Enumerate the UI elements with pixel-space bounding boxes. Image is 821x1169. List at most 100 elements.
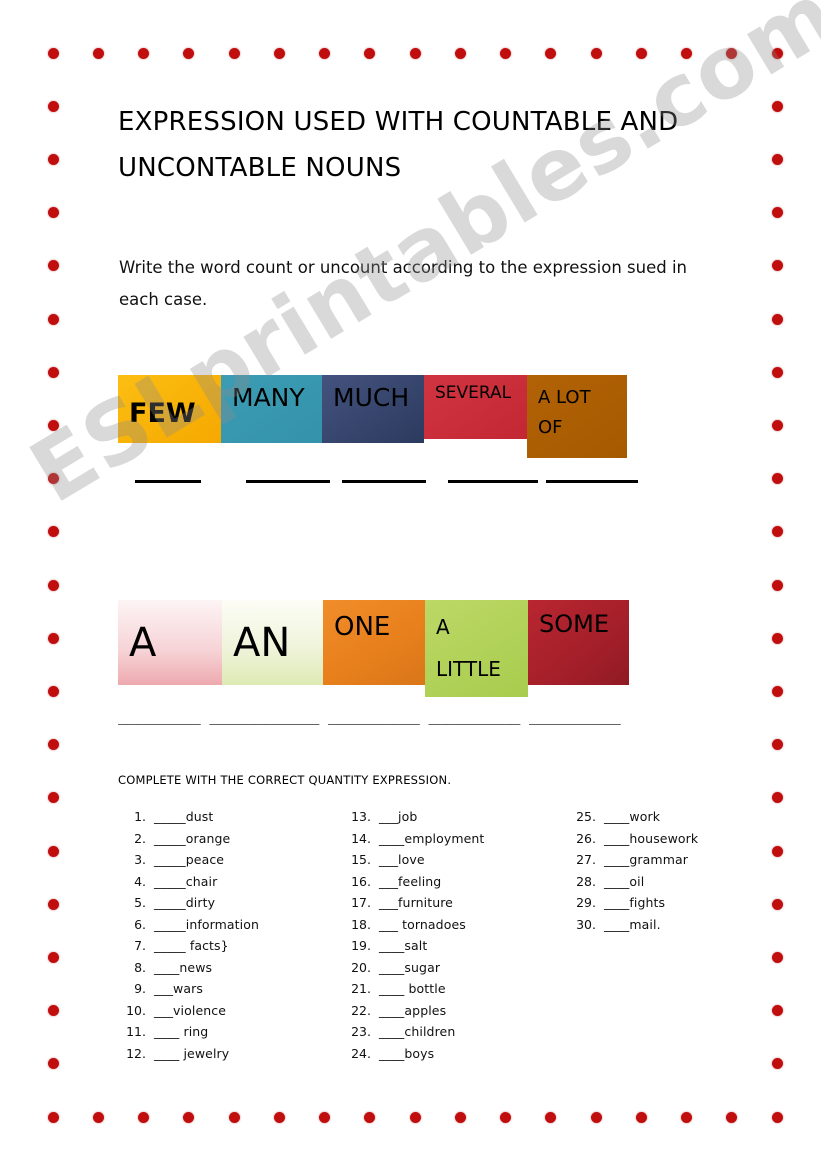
- question-text: ____sugar: [379, 959, 441, 975]
- question-number: 26.: [576, 830, 596, 846]
- answer-blank[interactable]: [448, 480, 538, 483]
- question-text: ____work: [604, 809, 661, 824]
- expression-box-label: FEW: [129, 397, 196, 429]
- question-column-1: 1. _____dust 2. _____orange 3. _____peace 4. __…: [118, 806, 343, 1064]
- question-item[interactable]: 5. _____dirty: [118, 892, 343, 914]
- question-item[interactable]: 13. ___job: [343, 806, 568, 828]
- expression-box-few: FEW: [118, 375, 221, 443]
- question-text: ____apples: [379, 1002, 447, 1018]
- question-item[interactable]: 23. ____children: [343, 1021, 568, 1043]
- question-text: ___feeling: [379, 873, 442, 889]
- question-text: _____dirty: [154, 895, 216, 910]
- question-number: 21.: [351, 981, 371, 996]
- question-number: 8.: [134, 959, 146, 975]
- expression-box-a: A: [118, 600, 222, 685]
- question-text: ____employment: [379, 830, 485, 846]
- question-item[interactable]: 10. ___violence: [118, 1000, 343, 1022]
- question-item[interactable]: 15. ___love: [343, 849, 568, 871]
- worksheet-page: EXPRESSION USED WITH COUNTABLE AND UNCON…: [0, 0, 821, 1169]
- question-number: 15.: [351, 852, 371, 867]
- question-text: ____oil: [604, 873, 645, 889]
- question-item[interactable]: 18. ___ tornadoes: [343, 914, 568, 936]
- answer-blank[interactable]: [342, 480, 426, 483]
- question-item[interactable]: 1. _____dust: [118, 806, 343, 828]
- question-item[interactable]: 2. _____orange: [118, 828, 343, 850]
- question-item[interactable]: 26. ____housework: [568, 828, 778, 850]
- question-item[interactable]: 14. ____employment: [343, 828, 568, 850]
- question-number: 20.: [351, 959, 371, 975]
- question-number: 17.: [351, 895, 371, 910]
- question-item[interactable]: 8. ____news: [118, 957, 343, 979]
- question-text: ____news: [154, 959, 213, 975]
- question-number: 25.: [576, 809, 596, 824]
- question-number: 7.: [134, 938, 146, 953]
- question-number: 4.: [134, 873, 146, 889]
- question-column-2: 13. ___job 14. ____employment 15. ___love 16. _…: [343, 806, 568, 1064]
- expression-box-label: A LITTLE: [436, 615, 501, 681]
- question-item[interactable]: 28. ____oil: [568, 871, 778, 893]
- question-item[interactable]: 7. _____ facts}: [118, 935, 343, 957]
- question-item[interactable]: 16. ___feeling: [343, 871, 568, 893]
- expression-box-one: ONE: [323, 600, 425, 685]
- question-number: 16.: [351, 873, 371, 889]
- question-item[interactable]: 25. ____work: [568, 806, 778, 828]
- question-columns: 1. _____dust 2. _____orange 3. _____peace 4. __…: [118, 806, 778, 1064]
- question-item[interactable]: 17. ___furniture: [343, 892, 568, 914]
- question-number: 2.: [134, 830, 146, 846]
- question-number: 3.: [134, 852, 146, 867]
- expression-box-label: A: [129, 619, 157, 666]
- expression-box-label: ONE: [334, 612, 391, 642]
- answer-blank[interactable]: [246, 480, 330, 483]
- expression-box-a-lot-of: A LOT OF: [527, 375, 627, 458]
- expression-box-some: SOME: [528, 600, 629, 685]
- question-item[interactable]: 29. ____fights: [568, 892, 778, 914]
- question-number: 14.: [351, 830, 371, 846]
- answer-blank[interactable]: [135, 480, 201, 483]
- question-number: 29.: [576, 895, 596, 910]
- question-item[interactable]: 4. _____chair: [118, 871, 343, 893]
- instruction-text: Write the word count or uncount accordin…: [119, 258, 687, 309]
- expression-box-several: SEVERAL: [424, 375, 527, 439]
- question-text: ___wars: [154, 981, 203, 996]
- question-item[interactable]: 27. ____grammar: [568, 849, 778, 871]
- question-number: 28.: [576, 873, 596, 889]
- expression-box-label: SEVERAL: [435, 383, 512, 403]
- question-item[interactable]: 11. ____ ring: [118, 1021, 343, 1043]
- question-item[interactable]: 30. ____mail.: [568, 914, 778, 936]
- question-text: _____dust: [154, 809, 214, 824]
- expression-box-label: A LOT OF: [538, 387, 591, 438]
- question-text: ____fights: [604, 895, 666, 910]
- expression-box-much: MUCH: [322, 375, 424, 443]
- answer-blanks-row-2[interactable]: _________ ____________ __________ ______…: [118, 706, 678, 725]
- question-item[interactable]: 9. ___wars: [118, 978, 343, 1000]
- answer-blank[interactable]: [546, 480, 638, 483]
- question-text: _____chair: [154, 873, 218, 889]
- expression-row-countable-uncountable: FEW MANY MUCH SEVERAL A LOT OF: [118, 375, 627, 458]
- question-text: ____mail.: [604, 916, 661, 932]
- question-item[interactable]: 6. _____information: [118, 914, 343, 936]
- question-number: 5.: [134, 895, 146, 910]
- question-item[interactable]: 19. ____salt: [343, 935, 568, 957]
- question-item[interactable]: 22. ____apples: [343, 1000, 568, 1022]
- question-number: 9.: [134, 981, 146, 996]
- question-text: ___violence: [154, 1002, 227, 1018]
- question-item[interactable]: 12. ____ jewelry: [118, 1043, 343, 1065]
- question-text: ___furniture: [379, 895, 453, 910]
- question-text: ____children: [379, 1024, 456, 1039]
- question-item[interactable]: 24. ____boys: [343, 1043, 568, 1065]
- question-number: 19.: [351, 938, 371, 953]
- expression-box-label: AN: [233, 619, 291, 666]
- question-number: 23.: [351, 1024, 371, 1039]
- question-item[interactable]: 21. ____ bottle: [343, 978, 568, 1000]
- expression-row-articles-quantifiers: A AN ONE A LITTLE SOME: [118, 600, 629, 697]
- answer-blanks-row-1: [118, 470, 678, 484]
- question-text: ____ jewelry: [154, 1045, 230, 1061]
- question-text: _____ facts}: [154, 938, 229, 953]
- question-item[interactable]: 3. _____peace: [118, 849, 343, 871]
- question-text: ____ bottle: [379, 981, 446, 996]
- question-text: ____boys: [379, 1045, 435, 1061]
- question-number: 6.: [134, 916, 146, 932]
- expression-box-an: AN: [222, 600, 323, 685]
- question-item[interactable]: 20. ____sugar: [343, 957, 568, 979]
- expression-box-many: MANY: [221, 375, 322, 443]
